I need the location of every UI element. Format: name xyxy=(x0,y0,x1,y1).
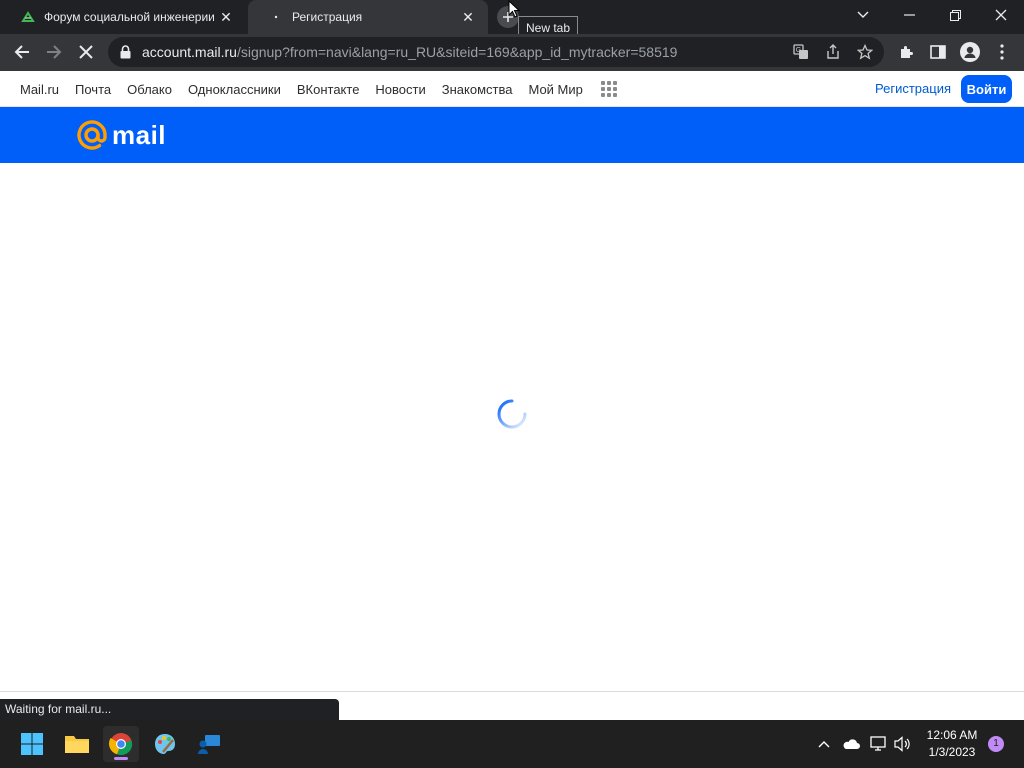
back-button[interactable] xyxy=(8,38,36,66)
close-window-button[interactable] xyxy=(978,0,1024,30)
page-divider xyxy=(0,691,1024,692)
nav-link-novosti[interactable]: Новости xyxy=(375,82,425,97)
nav-link-pochta[interactable]: Почта xyxy=(75,82,111,97)
apps-grid-icon[interactable] xyxy=(600,81,617,97)
loading-favicon-icon xyxy=(268,9,284,25)
windows-start-icon[interactable] xyxy=(14,726,50,762)
tab-title: Регистрация xyxy=(292,10,363,24)
svg-text:G: G xyxy=(796,47,801,54)
minimize-button[interactable] xyxy=(886,0,932,30)
extensions-icon[interactable] xyxy=(893,39,919,65)
lock-icon[interactable] xyxy=(120,45,132,59)
nav-link-vkontakte[interactable]: ВКонтакте xyxy=(297,82,360,97)
nav-link-moy-mir[interactable]: Мой Мир xyxy=(528,82,582,97)
share-icon[interactable] xyxy=(822,41,844,63)
tab-registration[interactable]: Регистрация ✕ xyxy=(248,0,488,34)
clock-time: 12:06 AM xyxy=(926,728,978,742)
windows-taskbar: 12:06 AM 1/3/2023 xyxy=(0,720,1024,768)
url-path: /signup?from=navi&lang=ru_RU&siteid=169&… xyxy=(236,44,678,60)
remote-desktop-icon[interactable] xyxy=(191,726,227,762)
nav-link-znakomstva[interactable]: Знакомства xyxy=(442,82,513,97)
loading-spinner-icon xyxy=(497,399,527,429)
side-panel-icon[interactable] xyxy=(925,39,951,65)
network-icon[interactable] xyxy=(870,720,888,768)
tab-search-button[interactable] xyxy=(840,0,886,30)
notification-badge[interactable]: 1 xyxy=(988,736,1004,752)
forum-favicon-icon xyxy=(20,9,36,25)
bookmark-star-icon[interactable] xyxy=(854,41,876,63)
profile-avatar-icon[interactable] xyxy=(957,39,983,65)
volume-icon[interactable] xyxy=(894,720,912,768)
mail-header-banner: mail xyxy=(0,107,1024,163)
mouse-cursor-icon xyxy=(508,0,520,18)
tab-title: Форум социальной инженерии xyxy=(44,10,215,24)
file-explorer-icon[interactable] xyxy=(59,726,95,762)
close-icon[interactable]: ✕ xyxy=(216,7,236,27)
status-bubble: Waiting for mail.ru... xyxy=(0,699,339,720)
nav-link-mailru[interactable]: Mail.ru xyxy=(20,82,59,97)
chrome-icon[interactable] xyxy=(103,726,139,762)
close-icon[interactable]: ✕ xyxy=(458,7,478,27)
logo-text: mail xyxy=(112,119,167,150)
mail-logo[interactable]: mail xyxy=(76,119,166,151)
menu-kebab-icon[interactable] xyxy=(989,39,1015,65)
forward-button[interactable] xyxy=(40,38,68,66)
browser-toolbar: account.mail.ru/signup?from=navi&lang=ru… xyxy=(0,34,1024,71)
nav-link-odnoklassniki[interactable]: Одноклассники xyxy=(188,82,281,97)
url-host: account.mail.ru xyxy=(142,44,237,60)
url-text[interactable]: account.mail.ru/signup?from=navi&lang=ru… xyxy=(142,44,677,60)
register-link[interactable]: Регистрация xyxy=(875,81,951,96)
address-bar[interactable]: account.mail.ru/signup?from=navi&lang=ru… xyxy=(108,37,884,67)
translate-icon[interactable]: G xyxy=(790,41,812,63)
clock-date: 1/3/2023 xyxy=(928,745,976,759)
tray-overflow-icon[interactable] xyxy=(818,720,830,768)
tab-forum[interactable]: Форум социальной инженерии ✕ xyxy=(0,0,246,34)
stop-loading-button[interactable] xyxy=(72,38,100,66)
login-button[interactable]: Войти xyxy=(961,75,1012,103)
nav-link-oblako[interactable]: Облако xyxy=(127,82,172,97)
restore-button[interactable] xyxy=(932,0,978,30)
at-sign-icon xyxy=(77,120,107,150)
onedrive-cloud-icon[interactable] xyxy=(842,720,860,768)
mail-portal-nav: Mail.ru Почта Облако Одноклассники ВКонт… xyxy=(0,71,1024,107)
taskbar-clock[interactable]: 12:06 AM 1/3/2023 xyxy=(920,727,984,761)
paint-icon[interactable] xyxy=(147,726,183,762)
